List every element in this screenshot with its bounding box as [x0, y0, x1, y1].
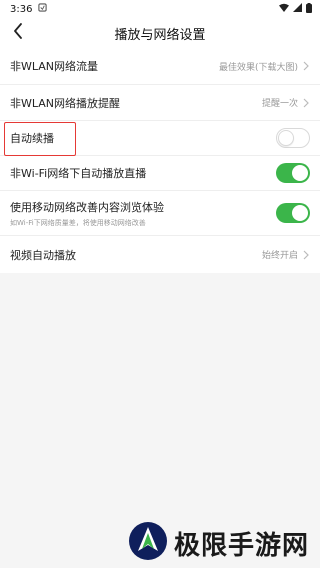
setting-label: 视频自动播放 — [10, 248, 76, 262]
setting-row-wlan-traffic[interactable]: 非WLAN网络流量 最佳效果(下载大图) — [0, 48, 320, 85]
signal-icon — [293, 3, 302, 15]
toggle-knob — [278, 130, 294, 146]
setting-label: 使用移动网络改善内容浏览体验 — [10, 200, 164, 214]
wifi-icon — [279, 3, 289, 15]
toggle-knob — [292, 165, 308, 181]
highlight-annotation — [4, 122, 76, 156]
setting-label: 非WLAN网络流量 — [10, 60, 99, 73]
status-bar: 3:36 — [0, 0, 320, 18]
settings-list: 非WLAN网络流量 最佳效果(下载大图) 非WLAN网络播放提醒 提醒一次 自动… — [0, 48, 320, 273]
chevron-right-icon — [302, 97, 310, 109]
setting-value: 提醒一次 — [261, 99, 298, 109]
watermark-text: 极限手游网 — [174, 530, 310, 561]
mobile-network-improve-toggle[interactable] — [276, 203, 310, 223]
chevron-right-icon — [302, 249, 310, 261]
setting-row-non-wifi-live-autoplay[interactable]: 非Wi-Fi网络下自动播放直播 — [0, 156, 320, 191]
notification-icon — [38, 3, 48, 15]
status-time: 3:36 — [10, 3, 33, 15]
setting-value: 最佳效果(下载大图) — [218, 62, 298, 73]
chevron-right-icon — [302, 60, 310, 72]
autoplay-next-toggle[interactable] — [276, 128, 310, 148]
nav-bar: 播放与网络设置 — [0, 18, 320, 48]
setting-label: 非WLAN网络播放提醒 — [10, 96, 121, 110]
setting-label: 非Wi-Fi网络下自动播放直播 — [10, 167, 147, 180]
watermark: 极限手游网 — [128, 520, 316, 566]
back-button[interactable] — [6, 21, 30, 45]
shield-logo-icon — [128, 521, 168, 565]
setting-value: 始终开启 — [261, 251, 298, 261]
page-title: 播放与网络设置 — [114, 27, 206, 43]
setting-row-video-autoplay[interactable]: 视频自动播放 始终开启 — [0, 236, 320, 273]
setting-description: 如Wi-Fi下网络质量差，将使用移动网络改善 — [10, 218, 146, 227]
setting-row-wlan-play-reminder[interactable]: 非WLAN网络播放提醒 提醒一次 — [0, 85, 320, 121]
toggle-knob — [292, 205, 308, 221]
non-wifi-live-autoplay-toggle[interactable] — [276, 163, 310, 183]
setting-row-mobile-network-improve[interactable]: 使用移动网络改善内容浏览体验 如Wi-Fi下网络质量差，将使用移动网络改善 — [0, 191, 320, 236]
battery-icon — [306, 2, 312, 16]
chevron-left-icon — [13, 23, 23, 43]
